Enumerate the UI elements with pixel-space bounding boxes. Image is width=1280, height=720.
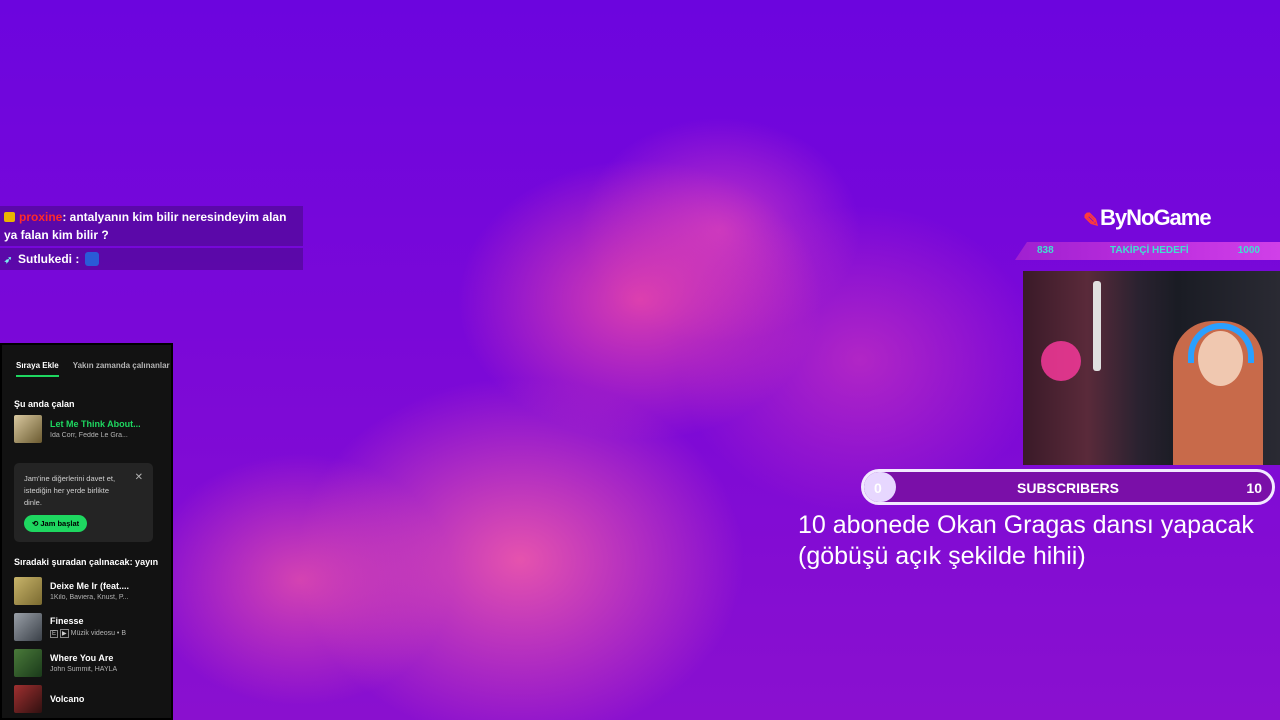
- bynogame-logo: ✎ByNoGame: [1083, 205, 1212, 232]
- start-jam-button[interactable]: ⟲ Jam başlat: [24, 515, 88, 532]
- track-artists: John Summit, HAYLA: [50, 666, 118, 673]
- video-icon: ▶: [60, 629, 69, 638]
- follower-goal-current: 838: [1037, 245, 1054, 256]
- webcam-feed: [1023, 271, 1280, 465]
- jam-invite-card: Jam'ine diğerlerini davet et, istediğin …: [14, 463, 153, 542]
- track-title: Let Me Think About...: [50, 419, 141, 429]
- album-cover: [14, 649, 42, 677]
- queue-tabs: Sıraya Ekle Yakın zamanda çalınanlar: [2, 345, 171, 377]
- goal-line-2: (göbüşü açık şekilde hihii): [798, 542, 1086, 570]
- lamp-shape: [1041, 341, 1081, 381]
- follower-goal-label: TAKİPÇİ HEDEFİ: [1110, 245, 1189, 256]
- track-title: Deixe Me Ir (feat....: [50, 581, 130, 591]
- subscriber-goal-target: 10: [1246, 480, 1262, 496]
- start-jam-label: Jam başlat: [40, 519, 80, 528]
- chat-username: proxine: [19, 210, 63, 224]
- chat-text: :: [72, 252, 83, 266]
- track-artists: 1Kilo, Baviera, Knust, P...: [50, 594, 129, 601]
- subscriber-goal-label: SUBSCRIBERS: [1017, 480, 1119, 496]
- queue-item[interactable]: Deixe Me Ir (feat.... 1Kilo, Baviera, Kn…: [2, 577, 171, 605]
- chat-message: proxine: antalyanın kim bilir neresindey…: [0, 206, 303, 246]
- jam-invite-text: Jam'ine diğerlerini davet et, istediğin …: [24, 474, 116, 507]
- track-title: Finesse: [50, 616, 84, 626]
- logo-text: ByNoGame: [1100, 205, 1212, 230]
- emote-icon: [84, 252, 99, 266]
- queue-item[interactable]: Where You Are John Summit, HAYLA: [2, 649, 171, 677]
- album-cover: [14, 415, 42, 443]
- now-playing-heading: Şu anda çalan: [14, 399, 75, 409]
- track-title: Volcano: [50, 694, 85, 704]
- queue-item[interactable]: Volcano: [2, 685, 171, 713]
- sword-badge-icon: ➶: [4, 255, 13, 266]
- track-artists: Müzik videosu • B: [70, 630, 127, 637]
- queue-heading: Sıradaki şuradan çalınacak: yayın: [14, 557, 159, 567]
- follower-goal-bar: 838 TAKİPÇİ HEDEFİ 1000: [1015, 242, 1280, 260]
- queue-item[interactable]: Finesse E ▶ Müzik videosu • B: [2, 613, 171, 641]
- chat-overlay: proxine: antalyanın kim bilir neresindey…: [0, 206, 303, 272]
- guitar-shape: [1093, 281, 1101, 371]
- album-cover: [14, 613, 42, 641]
- goal-description: 10 abonede Okan Gragas dansı yapacak (gö…: [798, 510, 1254, 572]
- now-playing-track[interactable]: Let Me Think About... Ida Corr, Fedde Le…: [2, 415, 171, 443]
- crown-badge-icon: [4, 212, 15, 222]
- explicit-badge: E: [50, 630, 59, 638]
- goal-line-1: 10 abonede Okan Gragas dansı yapacak: [798, 511, 1254, 539]
- track-artists: Ida Corr, Fedde Le Gra...: [50, 432, 128, 439]
- chat-username: Sutlukedi: [18, 252, 73, 266]
- album-cover: [14, 577, 42, 605]
- feather-icon: ✎: [1083, 210, 1100, 232]
- album-cover: [14, 685, 42, 713]
- tab-recently-played[interactable]: Yakın zamanda çalınanlar: [73, 361, 170, 377]
- track-title: Where You Are: [50, 653, 114, 663]
- spotify-queue-panel: Sıraya Ekle Yakın zamanda çalınanlar Şu …: [0, 343, 173, 720]
- tab-add-to-queue[interactable]: Sıraya Ekle: [16, 361, 59, 377]
- subscriber-goal-bar: 0 SUBSCRIBERS 10: [861, 469, 1275, 505]
- follower-goal-target: 1000: [1237, 245, 1260, 256]
- close-icon[interactable]: ✕: [135, 472, 143, 483]
- chat-message: ➶ Sutlukedi :: [0, 248, 303, 270]
